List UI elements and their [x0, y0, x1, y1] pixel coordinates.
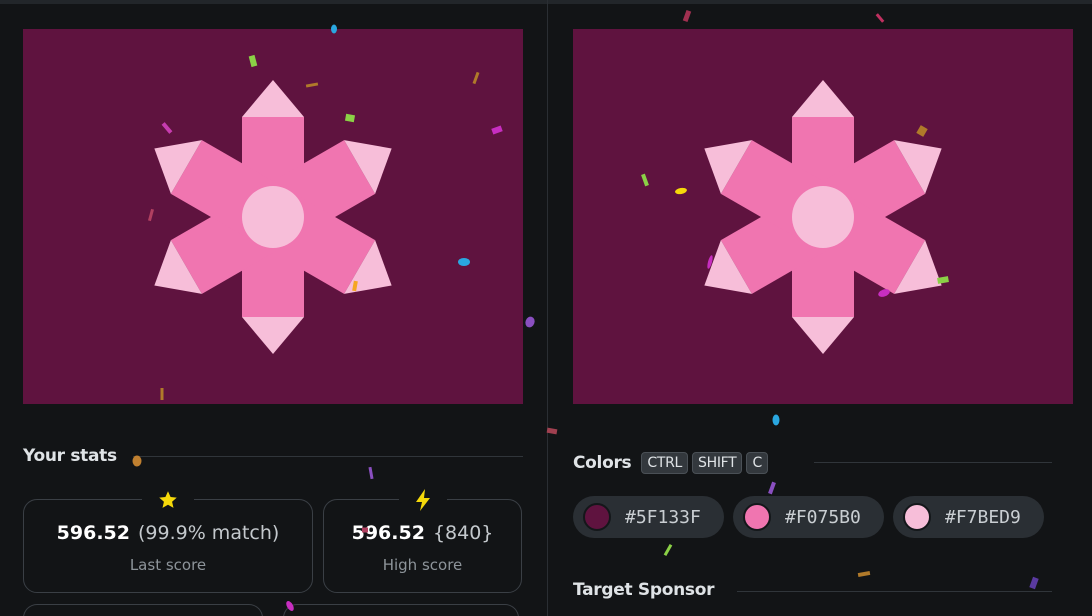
confetti-piece: [875, 13, 885, 23]
high-score-line: 596.52 {840}: [324, 522, 521, 544]
confetti-piece: [368, 466, 374, 480]
action-button-partial[interactable]: [23, 604, 263, 616]
last-score-value: 596.52: [56, 522, 130, 544]
confetti-piece: [857, 570, 871, 578]
your-output-canvas: [23, 29, 523, 404]
sponsor-heading: Target Sponsor: [573, 580, 715, 600]
last-score-match: (99.9% match): [138, 522, 280, 544]
color-swatch-button[interactable]: #F7BED9: [893, 496, 1044, 538]
flower-center: [792, 186, 854, 248]
sponsor-heading-rule: [737, 591, 1052, 592]
confetti-piece: [768, 481, 776, 495]
last-score-label: Last score: [129, 556, 207, 574]
high-score-card: 596.52 {840} High score: [323, 487, 522, 593]
last-score-card: 596.52 (99.9% match) Last score: [23, 487, 313, 593]
high-score-chars: {840}: [432, 522, 494, 544]
confetti-piece: [663, 544, 673, 556]
lightning-icon: [398, 487, 447, 513]
kbd-key: SHIFT: [692, 452, 743, 474]
high-score-label: High score: [382, 556, 463, 574]
stats-heading-rule: [133, 456, 523, 457]
last-score-line: 596.52 (99.9% match): [24, 522, 312, 544]
top-border: [0, 0, 1092, 4]
colors-heading: Colors: [573, 453, 632, 473]
color-dot: [903, 503, 931, 531]
confetti-piece: [682, 9, 692, 23]
confetti-piece: [1029, 576, 1039, 590]
color-swatch-button[interactable]: #F075B0: [733, 496, 884, 538]
colors-heading-row: Colors CTRL SHIFT C: [573, 452, 768, 474]
target-canvas: [573, 29, 1073, 404]
color-hex: #5F133F: [625, 506, 701, 528]
your-output-drawing: [23, 29, 523, 404]
stats-heading: Your stats: [23, 446, 117, 466]
confetti-piece: [525, 316, 535, 328]
target-drawing: [573, 29, 1073, 404]
action-button-partial[interactable]: [283, 604, 519, 616]
copy-shortcut: CTRL SHIFT C: [637, 452, 768, 474]
confetti-piece: [132, 455, 142, 467]
kbd-key: C: [746, 452, 768, 474]
high-score-value: 596.52: [351, 522, 425, 544]
column-divider: [547, 0, 548, 616]
kbd-key: CTRL: [641, 452, 689, 474]
color-dot: [583, 503, 611, 531]
color-dot: [743, 503, 771, 531]
star-icon: [142, 487, 194, 513]
flower-center: [242, 186, 304, 248]
confetti-piece: [546, 427, 558, 435]
color-hex: #F7BED9: [945, 506, 1021, 528]
color-swatch-button[interactable]: #5F133F: [573, 496, 724, 538]
colors-heading-rule: [814, 462, 1052, 463]
confetti-piece: [772, 414, 780, 426]
color-hex: #F075B0: [785, 506, 861, 528]
